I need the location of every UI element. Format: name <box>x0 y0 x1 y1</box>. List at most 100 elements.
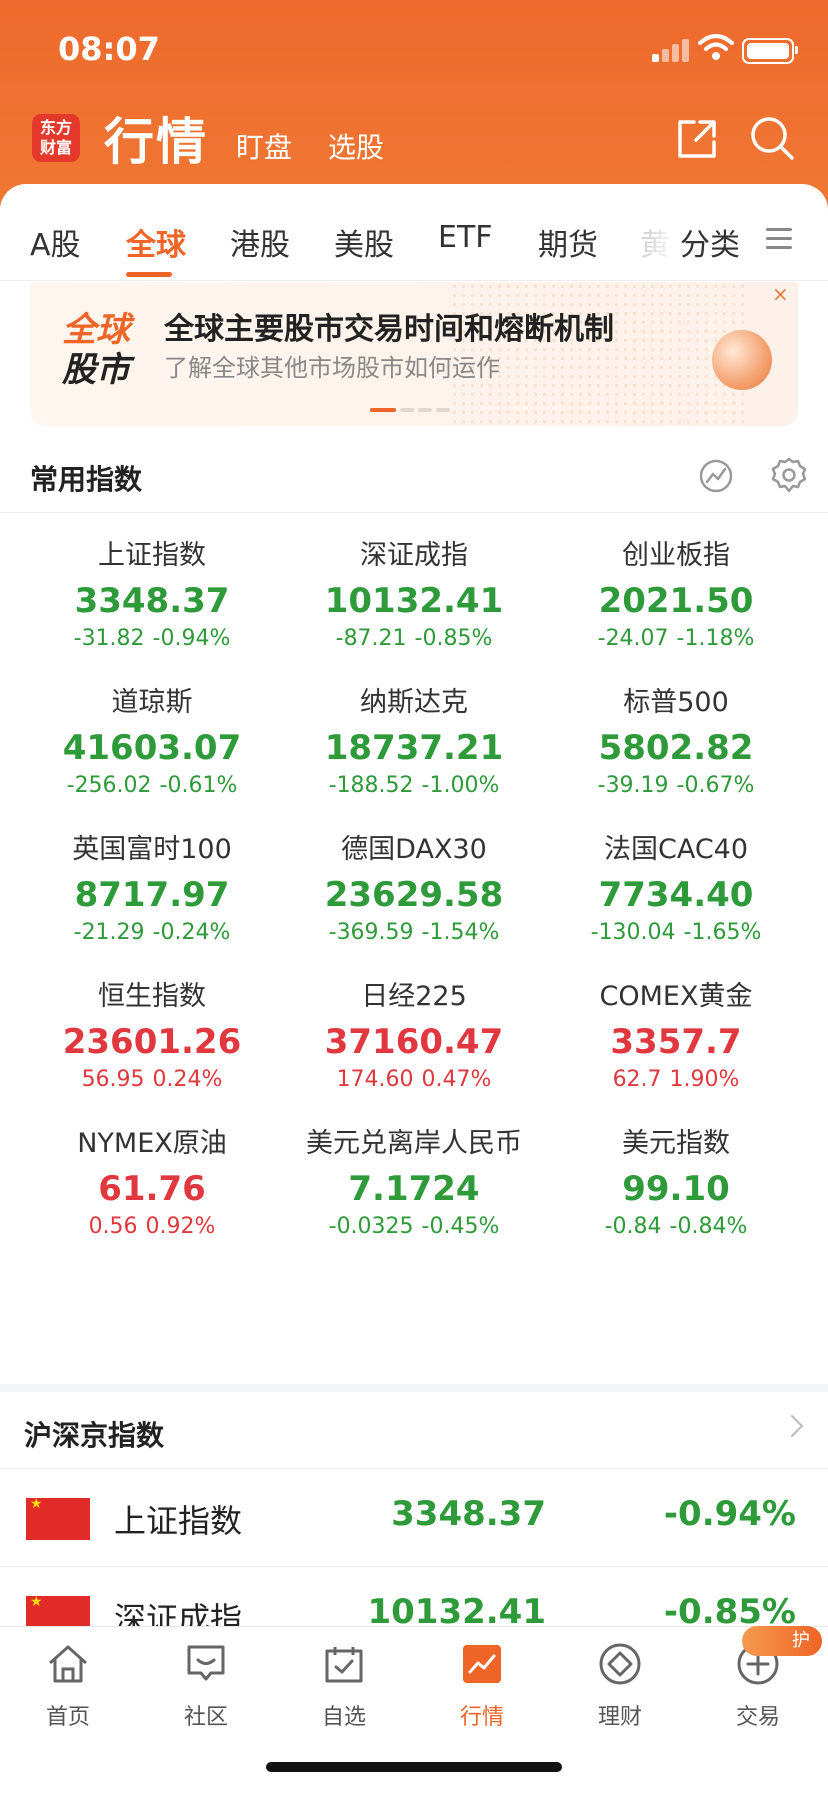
index-change-value: 0.56 <box>88 1214 138 1239</box>
index-cell[interactable]: 恒生指数 23601.26 56.95 0.24% <box>20 979 284 1095</box>
watchlist-icon <box>325 1647 363 1683</box>
index-change: -369.59 -1.54% <box>282 918 546 948</box>
index-name: 上证指数 <box>98 540 206 571</box>
header-tab-screener[interactable]: 选股 <box>328 126 384 166</box>
common-indices-header: 常用指数 <box>0 442 828 513</box>
nav-watchlist[interactable]: 自选 <box>294 1641 394 1731</box>
index-change-value: -0.0325 <box>328 1214 414 1239</box>
promo-banner[interactable]: 全球 股市 全球主要股市交易时间和熔断机制 了解全球其他市场股市如何运作 × <box>30 282 798 426</box>
index-change-value: 62.7 <box>612 1067 662 1092</box>
index-name: 法国CAC40 <box>603 834 749 865</box>
index-change: -39.19 -0.67% <box>544 771 808 801</box>
index-change-value: -188.52 <box>328 773 414 798</box>
tab-etf[interactable]: ETF <box>438 220 493 255</box>
index-change: -21.29 -0.24% <box>20 918 284 948</box>
index-change: 62.7 1.90% <box>544 1065 808 1095</box>
hs-indices-header[interactable]: 沪深京指数 <box>0 1392 828 1469</box>
china-flag-icon <box>26 1496 90 1540</box>
hs-section-title: 沪深京指数 <box>24 1419 165 1452</box>
header-tab-watch[interactable]: 盯盘 <box>236 126 292 166</box>
index-cell[interactable]: 纳斯达克 18737.21 -188.52 -1.00% <box>282 685 546 801</box>
index-change: -130.04 -1.65% <box>544 918 808 948</box>
index-price: 41603.07 <box>62 728 242 768</box>
index-price: 7734.40 <box>598 875 754 915</box>
index-cell[interactable]: 标普500 5802.82 -39.19 -0.67% <box>544 685 808 801</box>
chevron-right-icon <box>780 1414 804 1438</box>
tab-hk-stocks[interactable]: 港股 <box>230 220 290 264</box>
index-cell[interactable]: 道琼斯 41603.07 -256.02 -0.61% <box>20 685 284 801</box>
index-price: 2021.50 <box>598 581 754 621</box>
index-cell[interactable]: 英国富时100 8717.97 -21.29 -0.24% <box>20 832 284 948</box>
nav-market[interactable]: 行情 <box>432 1641 532 1731</box>
index-cell[interactable]: 美元指数 99.10 -0.84 -0.84% <box>544 1126 808 1242</box>
index-cell[interactable]: 上证指数 3348.37 -31.82 -0.94% <box>20 538 284 654</box>
index-change-percent: 0.24% <box>152 1067 223 1092</box>
index-change-percent: -0.84% <box>669 1214 748 1239</box>
index-price: 3357.7 <box>610 1022 742 1062</box>
index-cell[interactable]: 美元兑离岸人民币 7.1724 -0.0325 -0.45% <box>282 1126 546 1242</box>
index-row[interactable]: 上证指数 3348.37 -0.94% <box>0 1470 828 1567</box>
banner-subtitle: 了解全球其他市场股市如何运作 <box>164 354 500 382</box>
index-change-value: 174.60 <box>336 1067 414 1092</box>
index-change-value: -21.29 <box>73 920 145 945</box>
index-name: 创业板指 <box>622 540 730 571</box>
dashboard-icon[interactable] <box>698 458 734 494</box>
index-name: 美元指数 <box>622 1128 730 1159</box>
search-icon[interactable] <box>748 114 796 162</box>
index-cell[interactable]: 深证成指 10132.41 -87.21 -0.85% <box>282 538 546 654</box>
index-change: 174.60 0.47% <box>282 1065 546 1095</box>
index-name: COMEX黄金 <box>599 981 753 1012</box>
protect-badge[interactable]: 护 <box>742 1626 822 1656</box>
tab-category[interactable]: 分类 <box>680 220 740 264</box>
banner-pager <box>370 408 454 412</box>
title-bar: 东方 财富 行情 盯盘 选股 <box>0 100 828 180</box>
index-price: 99.10 <box>622 1169 730 1209</box>
tab-us-stocks[interactable]: 美股 <box>334 220 394 264</box>
index-name: 美元兑离岸人民币 <box>306 1128 522 1159</box>
index-change-value: -130.04 <box>590 920 676 945</box>
index-cell[interactable]: 法国CAC40 7734.40 -130.04 -1.65% <box>544 832 808 948</box>
main-panel: A股 全球 港股 美股 ETF 期货 黄 分类 全球 股市 全球主要股市交易时间… <box>0 184 828 1384</box>
index-change: -0.0325 -0.45% <box>282 1212 546 1242</box>
index-price: 23629.58 <box>324 875 504 915</box>
gear-icon[interactable] <box>770 456 808 494</box>
index-change-percent: -1.65% <box>683 920 762 945</box>
index-cell[interactable]: NYMEX原油 61.76 0.56 0.92% <box>20 1126 284 1242</box>
menu-icon[interactable] <box>766 228 792 250</box>
index-price: 18737.21 <box>324 728 504 768</box>
index-cell[interactable]: 日经225 37160.47 174.60 0.47% <box>282 979 546 1095</box>
tab-global[interactable]: 全球 <box>126 220 186 264</box>
home-icon <box>49 1645 87 1683</box>
tab-futures[interactable]: 期货 <box>538 220 598 264</box>
index-change-percent: -1.54% <box>421 920 500 945</box>
nav-home[interactable]: 首页 <box>18 1641 118 1731</box>
index-change-percent: -0.85% <box>414 626 493 651</box>
index-change-value: 56.95 <box>81 1067 145 1092</box>
index-name: 道琼斯 <box>111 687 193 718</box>
index-change-percent: 0.47% <box>421 1067 492 1092</box>
nav-wealth[interactable]: 理财 <box>570 1641 670 1731</box>
index-price: 61.76 <box>98 1169 206 1209</box>
index-name: 恒生指数 <box>98 981 206 1012</box>
section-title: 常用指数 <box>30 463 143 496</box>
page-title: 行情 <box>104 113 208 171</box>
index-name: 英国富时100 <box>72 834 232 865</box>
index-cell[interactable]: COMEX黄金 3357.7 62.7 1.90% <box>544 979 808 1095</box>
index-change-value: -256.02 <box>66 773 152 798</box>
index-change-value: -24.07 <box>597 626 669 651</box>
tab-a-shares[interactable]: A股 <box>30 220 81 264</box>
home-indicator <box>266 1762 562 1772</box>
nav-community[interactable]: 社区 <box>156 1641 256 1731</box>
index-cell[interactable]: 德国DAX30 23629.58 -369.59 -1.54% <box>282 832 546 948</box>
banner-close-icon[interactable]: × <box>772 282 789 306</box>
index-name: 德国DAX30 <box>341 834 487 865</box>
index-change-value: -39.19 <box>597 773 669 798</box>
index-change-percent: -1.18% <box>676 626 755 651</box>
index-cell[interactable]: 创业板指 2021.50 -24.07 -1.18% <box>544 538 808 654</box>
battery-icon <box>742 38 798 64</box>
index-change: 0.56 0.92% <box>20 1212 284 1242</box>
index-change: -31.82 -0.94% <box>20 624 284 654</box>
share-icon[interactable] <box>674 116 720 162</box>
index-price: 3348.37 <box>74 581 230 621</box>
index-name: 日经225 <box>361 981 467 1012</box>
